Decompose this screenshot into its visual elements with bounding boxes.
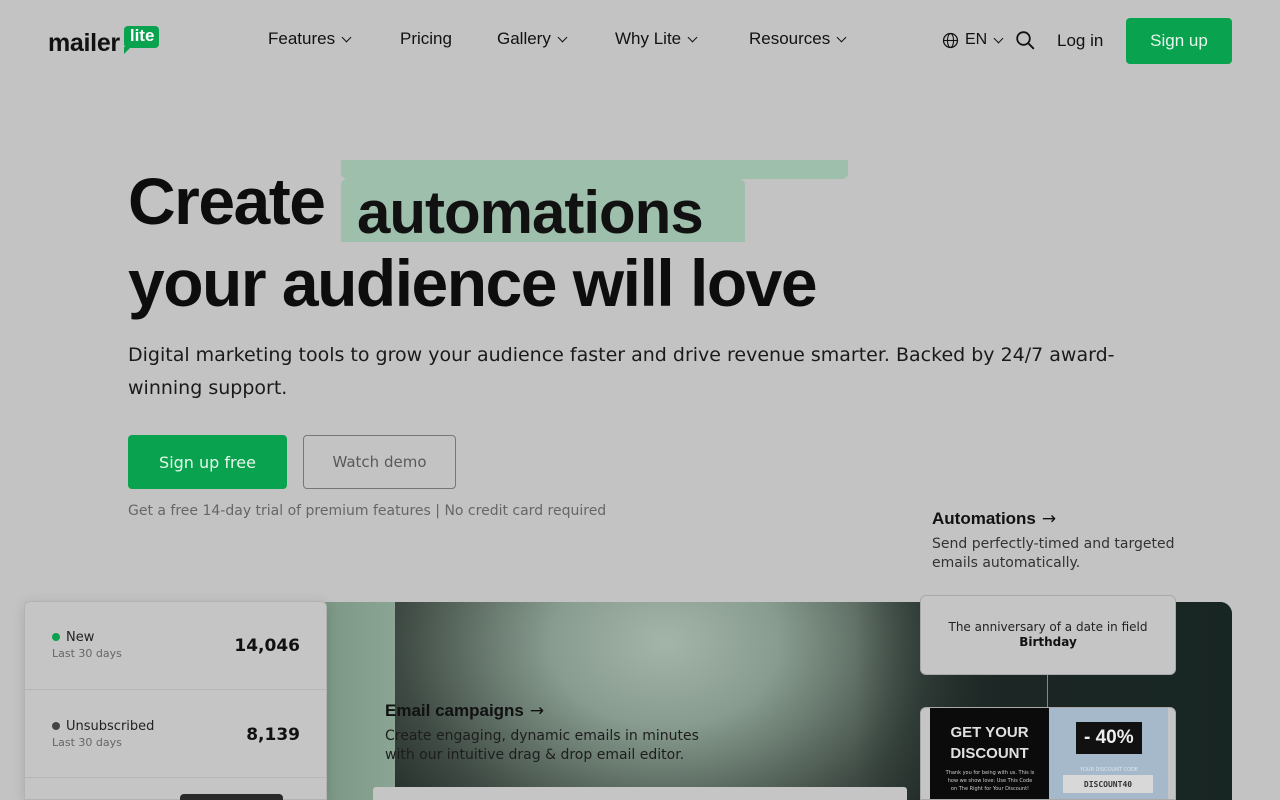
discount-code: DISCOUNT40: [1063, 775, 1153, 793]
hero-subtitle: Digital marketing tools to grow your aud…: [128, 344, 1115, 399]
rotating-word-previous-glyphs: [361, 160, 392, 179]
trial-note: Get a free 14-day trial of premium featu…: [128, 503, 607, 519]
rotating-word-highlight: automations: [341, 179, 745, 242]
trigger-text-wrap: The anniversary of a date in field Birth…: [947, 620, 1149, 650]
nav-resources-label: Resources: [749, 29, 831, 48]
nav-resources[interactable]: Resources: [749, 29, 847, 49]
stat-period: Last 30 days: [52, 736, 122, 749]
nav-gallery-label: Gallery: [497, 29, 551, 48]
signup-button[interactable]: Sign up: [1126, 18, 1232, 64]
email-preview-left: GET YOUR DISCOUNT Thank you for being wi…: [930, 708, 1049, 799]
chevron-down-icon: [557, 32, 568, 42]
search-icon[interactable]: [1015, 30, 1035, 50]
automation-trigger-card: The anniversary of a date in field Birth…: [920, 595, 1176, 675]
nav-features-label: Features: [268, 29, 336, 48]
email-headline: GET YOUR DISCOUNT: [950, 724, 1029, 762]
language-selector[interactable]: EN: [942, 31, 1004, 49]
stat-value: 14,046: [234, 636, 300, 656]
chevron-down-icon: [687, 32, 698, 42]
arrow-right-icon: →: [529, 701, 545, 721]
nav-why-lite[interactable]: Why Lite: [615, 29, 698, 49]
nav-pricing-label: Pricing: [400, 29, 452, 48]
signup-free-button[interactable]: Sign up free: [128, 435, 287, 489]
rotating-word-previous: [341, 160, 848, 179]
chevron-down-icon: [341, 32, 352, 42]
nav-features[interactable]: Features: [268, 29, 352, 49]
login-link[interactable]: Log in: [1057, 31, 1103, 51]
discount-badge: - 40%: [1076, 722, 1142, 754]
stat-label: New: [66, 630, 95, 645]
stat-row-unsubscribed: Unsubscribed Last 30 days 8,139: [25, 690, 326, 778]
status-dot: [52, 722, 60, 730]
email-preview-right: - 40% YOUR DISCOUNT CODE DISCOUNT40: [1049, 708, 1168, 799]
automation-email-preview: GET YOUR DISCOUNT Thank you for being wi…: [920, 707, 1176, 800]
logo-wordmark: mailer: [48, 29, 120, 57]
email-campaigns-link[interactable]: Email campaigns →: [385, 701, 544, 721]
chevron-down-icon: [836, 32, 847, 42]
hero-title-line2: your audience will love: [128, 246, 818, 320]
automations-link[interactable]: Automations →: [932, 509, 1056, 529]
watch-demo-button[interactable]: Watch demo: [303, 435, 456, 489]
arrow-right-icon: →: [1041, 509, 1057, 529]
email-editor-preview: [373, 787, 907, 800]
hero-title-prefix: Create: [128, 164, 326, 238]
stat-period: Last 30 days: [52, 647, 122, 660]
top-navigation: mailer lite Features Pricing Gallery Why…: [0, 0, 1280, 82]
nav-pricing[interactable]: Pricing: [400, 29, 452, 49]
trigger-field: Birthday: [1019, 635, 1077, 649]
email-fine-print: Thank you for being with us. This is how…: [945, 770, 1035, 792]
stat-value: 8,139: [246, 725, 300, 745]
stat-label: Unsubscribed: [66, 719, 155, 734]
mailerlite-logo[interactable]: mailer lite: [48, 20, 160, 57]
stat-row-new: New Last 30 days 14,046: [25, 602, 326, 690]
stat-chart-stub: [180, 794, 283, 800]
rotating-word: automations: [357, 179, 704, 243]
automations-description: Send perfectly-timed and targeted emails…: [932, 536, 1175, 571]
status-dot: [52, 633, 60, 641]
logo-badge: lite: [123, 26, 160, 54]
email-campaigns-description: Create engaging, dynamic emails in minut…: [385, 728, 699, 763]
language-label: EN: [965, 31, 988, 48]
automations-title: Automations: [932, 509, 1036, 528]
discount-code-caption: YOUR DISCOUNT CODE: [1080, 767, 1138, 773]
nav-gallery[interactable]: Gallery: [497, 29, 568, 49]
nav-why-lite-label: Why Lite: [615, 29, 682, 48]
workflow-connector: [1047, 675, 1048, 707]
globe-icon: [942, 32, 959, 48]
subscriber-stats-card: New Last 30 days 14,046 Unsubscribed Las…: [24, 601, 327, 800]
email-campaigns-title: Email campaigns: [385, 701, 524, 720]
trigger-text: The anniversary of a date in field: [948, 620, 1148, 634]
chevron-down-icon: [993, 33, 1004, 43]
